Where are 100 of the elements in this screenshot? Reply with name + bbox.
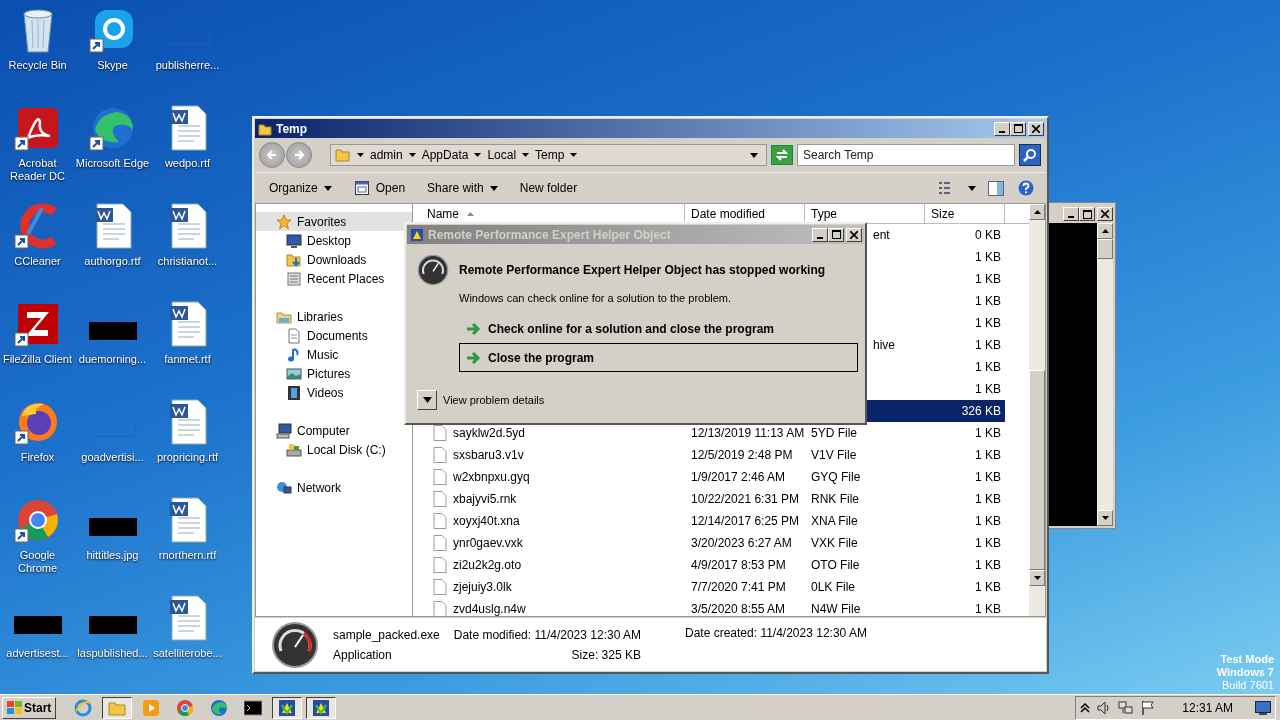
nav-item[interactable]: Network [256, 478, 412, 497]
taskbar-button[interactable] [102, 696, 133, 719]
desktop-icon[interactable]: authorgo.rtf [75, 202, 150, 300]
desktop-icon[interactable]: laspublished... [75, 594, 150, 692]
file-size: 1 KB [975, 536, 1001, 550]
nav-item[interactable]: Music [256, 345, 412, 364]
desktop-icon[interactable]: duemorning... [75, 300, 150, 398]
details-toggle-label[interactable]: View problem details [443, 394, 545, 406]
breadcrumb-item[interactable]: AppData [421, 148, 469, 162]
nav-item[interactable]: Favorites [256, 212, 412, 231]
nav-item[interactable]: Pictures [256, 364, 412, 383]
back-button[interactable] [259, 142, 285, 168]
file-type: ent [873, 228, 890, 242]
forward-button[interactable] [286, 142, 312, 168]
desktop-icon[interactable]: Firefox [0, 398, 75, 496]
desktop-icon[interactable]: advertisest... [0, 594, 75, 692]
clock[interactable]: 12:31 AM [1182, 700, 1233, 715]
taskbar-button[interactable] [272, 696, 303, 719]
file-row[interactable]: sayklw2d.5yd 12/13/2019 11:13 AM 5YD File 1 KB [413, 422, 1005, 444]
file-row[interactable]: xbajyvi5.rnk 10/22/2021 6:31 PM RNK File 1 KB [413, 488, 1005, 510]
breadcrumb-item[interactable]: admin [370, 148, 403, 162]
scrollbar[interactable] [1029, 204, 1045, 616]
maximize-button[interactable] [1079, 207, 1095, 221]
address-bar[interactable]: admin AppData Local Temp [330, 144, 767, 166]
minimize-button[interactable] [994, 121, 1010, 136]
flag-icon[interactable] [1140, 699, 1157, 716]
drive-icon [286, 441, 302, 458]
desktop-icon[interactable]: CCleaner [0, 202, 75, 300]
desktop-icon[interactable]: Google Chrome [0, 496, 75, 594]
dialog-heading: Remote Performance Expert Helper Object has stopped working [459, 263, 826, 277]
desktop-icon[interactable]: Skype [75, 6, 150, 104]
toolbar-button[interactable]: Open [349, 177, 410, 199]
file-icon [433, 491, 447, 507]
minimize-icon [817, 236, 823, 239]
show-desktop-icon[interactable] [1255, 700, 1271, 715]
file-row[interactable]: xoyxj40t.xna 12/14/2017 6:25 PM XNA File 1 KB [413, 510, 1005, 532]
preview-pane-button[interactable] [986, 178, 1006, 198]
search-button[interactable] [1019, 144, 1041, 166]
file-type: N4W File [811, 602, 861, 616]
nav-item[interactable]: Local Disk (C:) [256, 440, 412, 459]
desktop-icon[interactable]: christianot... [150, 202, 225, 300]
nav-item[interactable]: Downloads [256, 250, 412, 269]
field-label: Size: [571, 647, 599, 662]
taskbar-button[interactable] [306, 696, 337, 719]
computer-icon [276, 422, 292, 439]
maximize-button[interactable] [1010, 121, 1026, 136]
breadcrumb-item[interactable]: Temp [535, 148, 565, 162]
maximize-icon [1013, 124, 1023, 133]
caret-icon[interactable] [968, 185, 976, 191]
desktop-icon[interactable]: propricing.rtf [150, 398, 225, 496]
breadcrumb-item[interactable]: Local [487, 148, 517, 162]
menu-button[interactable]: Share with [423, 178, 502, 198]
dropdown-caret-icon[interactable] [750, 152, 758, 158]
scroll-thumb[interactable] [1097, 239, 1113, 259]
minimize-button[interactable] [1063, 207, 1079, 221]
file-row[interactable]: zi2u2k2g.oto 4/9/2017 8:53 PM OTO File 1 KB [413, 554, 1005, 576]
close-button[interactable] [1097, 207, 1113, 221]
command-link[interactable]: Close the program [459, 343, 858, 372]
scrollbar[interactable] [1097, 223, 1113, 526]
toolbar-button[interactable]: New folder [515, 178, 582, 198]
file-row[interactable]: sxsbaru3.v1v 12/5/2019 2:48 PM V1V File 1 KB [413, 444, 1005, 466]
file-row[interactable]: zjejuiy3.0lk 7/7/2020 7:41 PM 0LK File 1 KB [413, 576, 1005, 598]
chevron-up-icon[interactable] [1080, 702, 1091, 713]
column-header[interactable]: Size [925, 204, 1005, 224]
file-row[interactable]: zvd4uslg.n4w 3/5/2020 8:55 AM N4W File 1 KB [413, 598, 1005, 620]
desktop-icon[interactable]: goadvertisi... [75, 398, 150, 496]
date-modified: 1/9/2017 2:46 AM [691, 470, 786, 484]
start-button[interactable]: Start [2, 696, 57, 719]
nav-item[interactable]: Documents [256, 326, 412, 345]
expand-button[interactable] [417, 390, 437, 410]
desktop-icon[interactable]: hittitles.jpg [75, 496, 150, 594]
os-build-text: Build 7601 [1222, 679, 1274, 692]
nav-item[interactable]: Libraries [256, 307, 412, 326]
nav-item[interactable]: Recent Places [256, 269, 412, 288]
help-button[interactable] [1016, 178, 1036, 198]
scroll-thumb[interactable] [1029, 370, 1045, 570]
menu-button[interactable]: Organize [265, 178, 336, 198]
search-field[interactable]: Search Temp [797, 144, 1015, 166]
desktop-icon[interactable]: wedpo.rtf [150, 104, 225, 202]
desktop-icon[interactable]: fanmet.rtf [150, 300, 225, 398]
close-button[interactable] [1028, 121, 1044, 136]
desktop-icon[interactable]: Microsoft Edge [75, 104, 150, 202]
file-name: xoyxj40t.xna [453, 514, 520, 528]
desktop-icon[interactable]: rnorthern.rtf [150, 496, 225, 594]
desktop-icon[interactable]: publisherre... [150, 6, 225, 104]
desktop-icon[interactable]: FileZilla Client [0, 300, 75, 398]
file-row[interactable]: w2xbnpxu.gyq 1/9/2017 2:46 AM GYQ File 1 KB [413, 466, 1005, 488]
desktop-icon[interactable]: Recycle Bin [0, 6, 75, 104]
help-icon [1018, 180, 1034, 196]
command-link[interactable]: Check online for a solution and close the program [459, 314, 858, 343]
nav-item[interactable]: Computer [256, 421, 412, 440]
file-row[interactable]: ynr0gaev.vxk 3/20/2023 6:27 AM VXK File 1 KB [413, 532, 1005, 554]
file-size: 1 KB [975, 580, 1001, 594]
film-icon [286, 384, 302, 401]
network-icon[interactable] [1118, 699, 1135, 716]
nav-item[interactable]: Desktop [256, 231, 412, 250]
desktop-icon[interactable]: Acrobat Reader DC [0, 104, 75, 202]
refresh-button[interactable] [771, 145, 793, 165]
file-size: 1 KB [975, 492, 1001, 506]
nav-item[interactable]: Videos [256, 383, 412, 402]
